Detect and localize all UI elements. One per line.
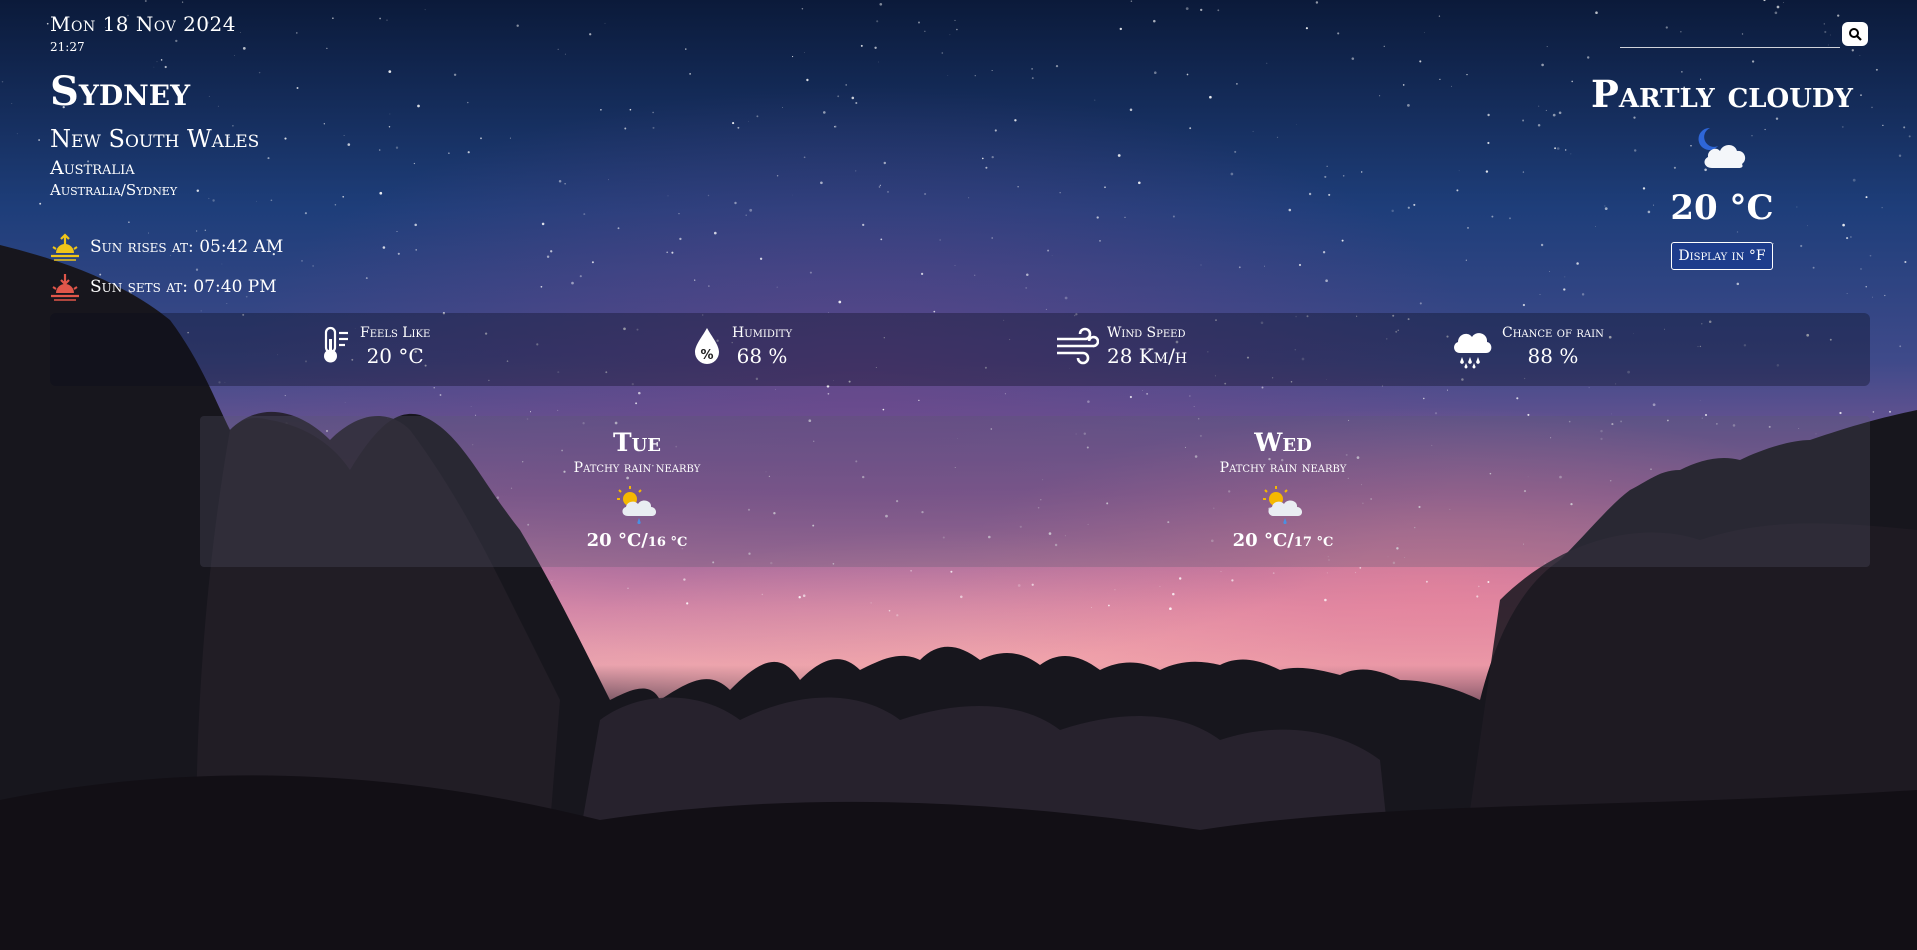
metric-value: 20 °C [366,344,424,368]
thermometer-icon [324,326,348,363]
current-time: 21:27 [50,40,85,54]
moon-cloud-icon [1698,127,1746,168]
metric-label: Chance of rain [1502,325,1604,341]
location-panel: Mon 18 Nov 2024 21:27 Sydney New South W… [50,12,259,199]
search-button[interactable] [1842,22,1868,46]
search-box [1620,20,1860,50]
region-name: New South Wales [50,125,260,153]
wind-icon [1057,327,1099,365]
current-conditions: Partly cloudy 20 °C Display in °F [1572,72,1872,270]
unit-toggle-button[interactable]: Display in °F [1671,242,1773,270]
forecast-condition: Patchy rain nearby [573,460,701,476]
metric-value: 68 % [736,344,788,368]
rain-cloud-icon [1454,333,1492,369]
metric-value: 88 % [1527,344,1579,368]
metric-chance-of-rain: Chance of rain 88 % [1450,325,1604,369]
sunset-text: Sun sets at: 07:40 PM [90,277,277,297]
sunrise-text: Sun rises at: 05:42 AM [90,237,284,257]
current-temperature: 20 °C [1670,188,1774,228]
metric-label: Wind Speed [1107,325,1186,341]
forecast-day-name: Wed [1254,428,1312,457]
current-date: Mon 18 Nov 2024 [50,12,236,36]
metrics-bar: Feels Like 20 °C % Humidity 68 % Wind Sp… [50,313,1870,386]
forecast-low: 17 °C [1293,535,1334,550]
sun-rain-cloud-icon [1263,486,1303,525]
forecast-day-wed: Wed Patchy rain nearby 20 °C/17 °C [1173,428,1393,551]
country-name: Australia [50,157,135,179]
sunrise-row: Sun rises at: 05:42 AM [50,233,283,261]
search-underline [1620,47,1840,48]
forecast-day-tue: Tue Patchy rain nearby 20 °C/16 °C [527,428,747,551]
sunset-icon [51,274,79,301]
metric-feels-like: Feels Like 20 °C [318,325,430,368]
search-icon [1849,28,1862,41]
metric-label: Feels Like [360,325,431,341]
metric-humidity: % Humidity 68 % [690,325,792,368]
humidity-drop-icon: % [695,328,719,364]
sunrise-icon [51,233,79,261]
sun-rain-cloud-icon [617,486,657,525]
forecast-high: 20 °C/ [586,530,648,551]
metric-label: Humidity [732,325,793,341]
forecast-panel: Tue Patchy rain nearby 20 °C/16 °C Wed P… [200,416,1870,567]
metric-value: 28 Km/h [1107,344,1188,368]
condition-title: Partly cloudy [1591,72,1853,116]
sunset-row: Sun sets at: 07:40 PM [50,273,277,301]
forecast-condition: Patchy rain nearby [1219,460,1347,476]
forecast-day-name: Tue [612,428,662,457]
search-input[interactable] [1620,22,1839,46]
city-name: Sydney [50,68,191,115]
metric-wind-speed: Wind Speed 28 Km/h [1055,325,1187,368]
forecast-high: 20 °C/ [1232,530,1294,551]
svg-text:%: % [700,348,713,363]
timezone-name: Australia/Sydney [50,181,178,199]
forecast-low: 16 °C [647,535,688,550]
forecast-temperature: 20 °C/16 °C [527,530,747,551]
forecast-temperature: 20 °C/17 °C [1173,530,1393,551]
